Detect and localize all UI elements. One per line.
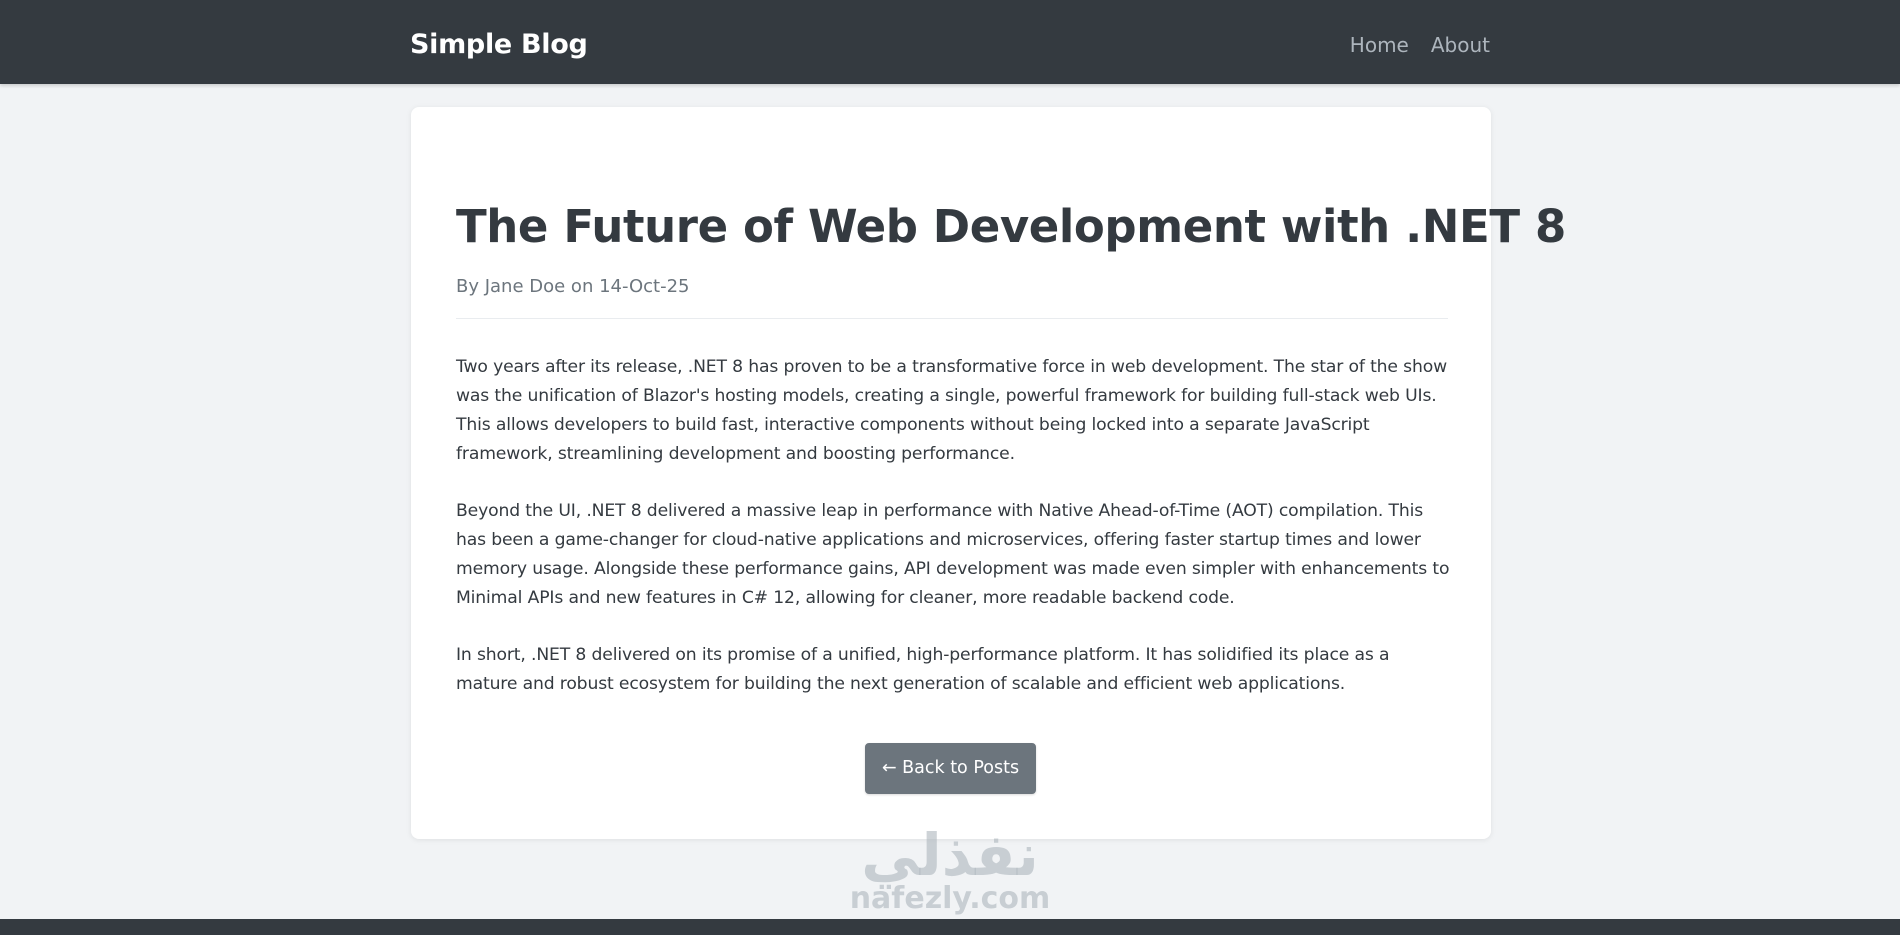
post-paragraph: Beyond the UI, .NET 8 delivered a massiv…: [456, 501, 1450, 608]
post-paragraph: Two years after its release, .NET 8 has …: [456, 357, 1447, 464]
post-card: The Future of Web Development with .NET …: [411, 107, 1566, 839]
top-navbar: Simple Blog Home About: [0, 0, 1900, 84]
back-to-posts-button[interactable]: ← Back to Posts: [865, 743, 1036, 794]
footer-bar: [0, 919, 1900, 935]
nav-link-home[interactable]: Home: [1350, 30, 1409, 60]
nav-links: Home About: [1350, 30, 1490, 60]
meta-divider: [456, 318, 1448, 319]
watermark-latin-text: nafezly.com: [849, 881, 1051, 916]
brand-logo-link[interactable]: Simple Blog: [410, 28, 588, 62]
post-body: Two years after its release, .NET 8 has …: [456, 353, 1451, 727]
post-title: The Future of Web Development with .NET …: [456, 200, 1566, 253]
post-meta: By Jane Doe on 14-Oct-25: [456, 276, 690, 297]
nav-link-about[interactable]: About: [1431, 30, 1490, 60]
post-paragraph: In short, .NET 8 delivered on its promis…: [456, 645, 1390, 694]
